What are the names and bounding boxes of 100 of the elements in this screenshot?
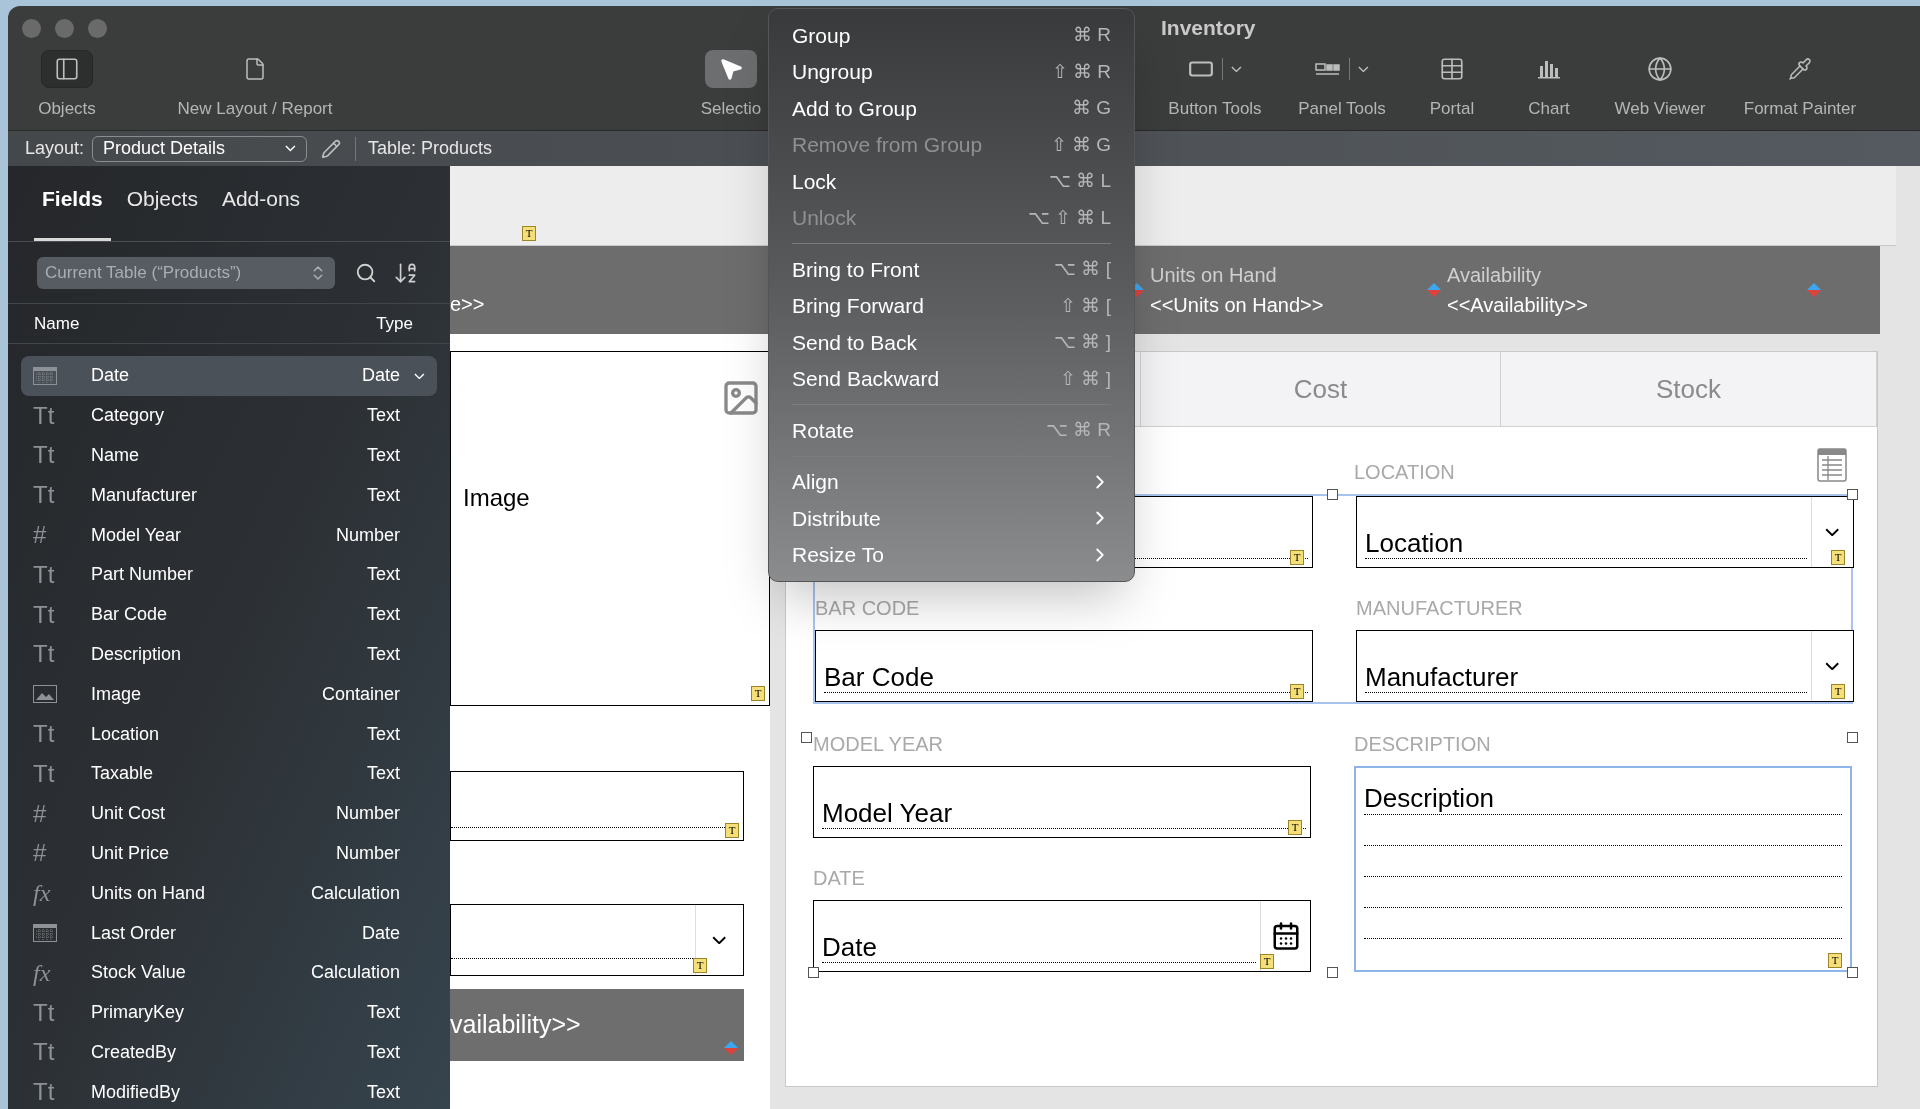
menu-item[interactable]: Send to Back ⌥ ⌘ ] [779, 324, 1124, 361]
toolbar-button[interactable]: Format Painter [1730, 50, 1870, 122]
selection-handle[interactable] [1847, 967, 1858, 978]
toolbar-button[interactable]: Web Viewer [1605, 50, 1715, 122]
field-list-item[interactable]: Last Order Date [21, 913, 437, 953]
field-type-icon: Tt [33, 403, 55, 428]
keyboard-shortcut: ⌥ ⇧ ⌘ L [1027, 205, 1111, 230]
layout-dropdown[interactable]: Product Details [92, 135, 308, 162]
field-list-item[interactable]: Image Container [21, 674, 437, 715]
toolbar-button[interactable]: Chart [1509, 50, 1589, 122]
menu-item[interactable]: Send Backward ⇧ ⌘ ] [779, 360, 1124, 397]
sidebar-tab[interactable]: Add-ons [213, 182, 309, 241]
menu-item[interactable]: Ungroup ⇧ ⌘ R [779, 53, 1124, 90]
dropdown-field[interactable]: T [450, 904, 744, 976]
field-type-icon: Tt [33, 1080, 55, 1105]
diamond-icon [724, 1041, 738, 1055]
chevron-down-icon [1358, 65, 1369, 73]
field-list-item[interactable]: Date Date [21, 356, 437, 396]
field-label: DATE [813, 866, 865, 890]
chevron-down-icon[interactable] [414, 372, 425, 380]
edit-pencil-icon[interactable] [321, 138, 342, 159]
chevron-down-icon [1825, 661, 1840, 671]
field-list-item[interactable]: Tt PrimaryKey Text [21, 992, 437, 1033]
field-name: Unit Price [91, 841, 171, 865]
dropdown-field[interactable]: Manufacturer T [1356, 630, 1854, 702]
field-list-item[interactable]: Tt Bar Code Text [21, 594, 437, 635]
field-list-item[interactable]: # Unit Price Number [21, 833, 437, 874]
date-field[interactable]: Date T [813, 900, 1311, 972]
header-field-label: Availability [1447, 263, 1543, 288]
text-format-badge: T [1290, 550, 1304, 565]
toolbar-button[interactable]: Selectio [691, 50, 771, 122]
text-field[interactable]: Bar Code T [815, 630, 1313, 702]
field-list-item[interactable]: Tt ModifiedBy Text [21, 1072, 437, 1109]
text-format-badge: T [693, 958, 707, 973]
toolbar-button[interactable]: Button Tools [1155, 50, 1275, 122]
field-list-item[interactable]: Tt Manufacturer Text [21, 475, 437, 516]
selection-handle[interactable] [1327, 489, 1338, 500]
column-header: Name [34, 312, 80, 335]
selection-handle[interactable] [808, 967, 819, 978]
field-type-icon: Tt [33, 562, 55, 587]
field-list-item[interactable]: Tt Category Text [21, 395, 437, 436]
text-format-badge: T [1828, 953, 1842, 968]
menu-item[interactable]: Distribute [779, 500, 1124, 537]
column-header: Type [376, 312, 413, 335]
keyboard-shortcut: ⇧ ⌘ [ [1060, 293, 1111, 318]
field-name: ModifiedBy [91, 1080, 182, 1104]
sidebar-tab[interactable]: Fields [34, 182, 111, 241]
toolbar-button[interactable]: New Layout / Report [160, 50, 350, 122]
field-type: Text [367, 444, 400, 467]
chevron-down-icon [1825, 527, 1840, 537]
field-list-item[interactable]: Tt Part Number Text [21, 555, 437, 595]
keyboard-shortcut: ⌘ R [1073, 23, 1111, 47]
field-name: Manufacturer [91, 483, 199, 507]
text-field[interactable]: Model Year T [813, 766, 1311, 838]
selection-handle[interactable] [1847, 732, 1858, 743]
field-type: Text [367, 1001, 400, 1025]
selection-handle[interactable] [1327, 967, 1338, 978]
dropdown-field[interactable]: Location T [1356, 496, 1854, 568]
field-type-icon: Tt [33, 722, 55, 747]
menu-item[interactable]: Bring to Front ⌥ ⌘ [ [779, 251, 1124, 288]
field-list-item[interactable]: Tt Description Text [21, 634, 437, 675]
keyboard-shortcut: ⌘ G [1071, 96, 1111, 120]
sidebar-tab[interactable]: Objects [118, 182, 206, 241]
field-type-icon: Tt [33, 1040, 55, 1065]
diamond-icon [1427, 283, 1441, 297]
field-list-item[interactable]: Tt Taxable Text [21, 753, 437, 794]
menu-item[interactable]: Group ⌘ R [779, 17, 1124, 54]
field-list-item[interactable]: Tt CreatedBy Text [21, 1032, 437, 1073]
field-list-item[interactable]: Tt Name Text [21, 435, 437, 476]
menu-item[interactable]: Rotate ⌥ ⌘ R [779, 412, 1124, 449]
selection-handle[interactable] [1847, 489, 1858, 500]
panel-tools-icon [1315, 61, 1342, 77]
header-merge-field: e>> [450, 289, 485, 319]
field-label: MANUFACTURER [1356, 596, 1523, 620]
table-name: Table: Products [368, 137, 493, 160]
field-list-item[interactable]: Tt Location Text [21, 714, 437, 754]
toolbar-button[interactable]: Objects [22, 50, 112, 122]
toolbar-button[interactable]: Panel Tools [1282, 50, 1402, 122]
document-icon [243, 57, 267, 81]
menu-item[interactable]: Bring Forward ⇧ ⌘ [ [779, 287, 1124, 324]
text-format-badge: T [1288, 820, 1302, 835]
menu-item[interactable]: Resize To [779, 536, 1124, 573]
field-list-item[interactable]: fx Stock Value Calculation [21, 952, 437, 993]
field-list-item[interactable]: fx Units on Hand Calculation [21, 873, 437, 914]
text-field[interactable]: T [450, 771, 744, 841]
menu-item[interactable]: Align [779, 463, 1124, 500]
search-icon[interactable] [355, 261, 377, 284]
image-container[interactable]: Image T [450, 351, 770, 706]
menu-item[interactable]: Lock ⌥ ⌘ L [779, 163, 1124, 200]
field-list-item[interactable]: # Unit Cost Number [21, 793, 437, 834]
field-type: Number [335, 802, 400, 826]
text-format-badge: T [725, 823, 739, 838]
field-type-icon: Tt [33, 642, 55, 667]
multiline-field[interactable]: Description T [1354, 766, 1852, 972]
toolbar-button[interactable]: Portal [1412, 50, 1492, 122]
field-list-item[interactable]: # Model Year Number [21, 515, 437, 555]
chevron-down-icon [1231, 65, 1242, 73]
field-name: Location [91, 722, 161, 746]
menu-item[interactable]: Add to Group ⌘ G [779, 90, 1124, 127]
selection-handle[interactable] [801, 732, 812, 743]
